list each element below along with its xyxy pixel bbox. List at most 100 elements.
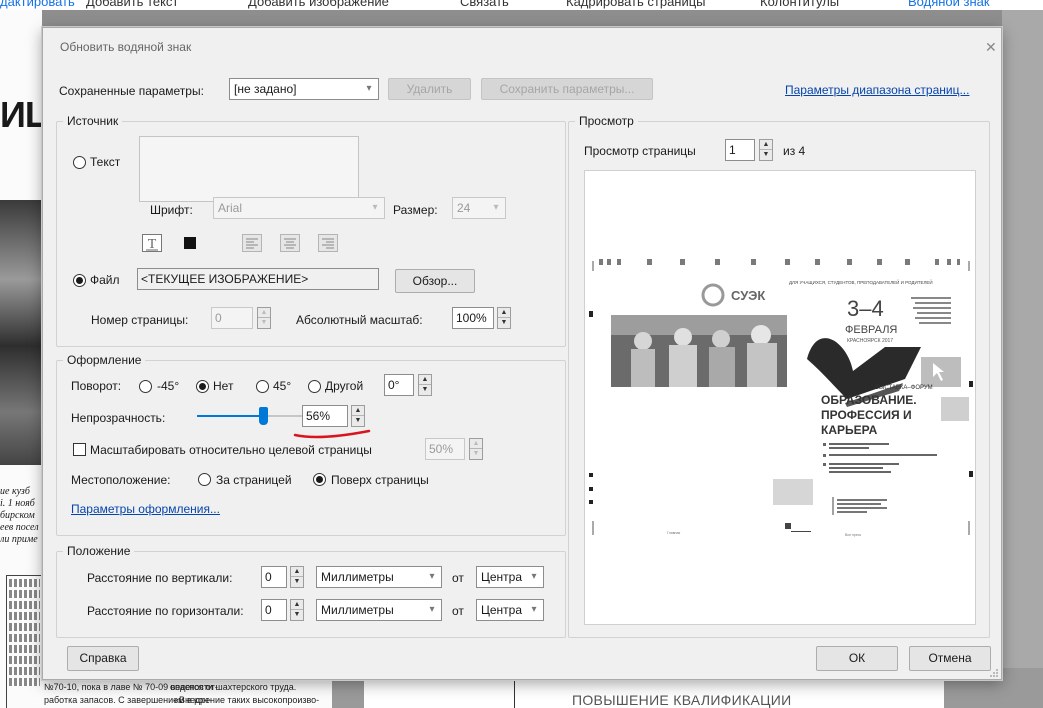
close-icon[interactable]: ✕ — [985, 39, 997, 56]
size-select[interactable]: 24 ▾ — [452, 197, 506, 219]
horizontal-distance-field[interactable]: 0 — [261, 599, 287, 621]
appearance-options-link[interactable]: Параметры оформления... — [71, 502, 220, 516]
rotation-other-radio[interactable] — [308, 380, 321, 393]
toolbar-watermark[interactable]: Водяной знак — [908, 0, 990, 9]
horizontal-distance-stepper[interactable]: ▲ ▼ — [290, 599, 304, 621]
file-path-field[interactable]: <ТЕКУЩЕЕ ИЗОБРАЖЕНИЕ> — [137, 268, 379, 290]
horizontal-units-select[interactable]: Миллиметры ▾ — [316, 599, 442, 621]
chevron-down-icon: ▾ — [429, 571, 435, 582]
appearance-group-title: Оформление — [63, 353, 146, 367]
save-params-button[interactable]: Сохранить параметры... — [481, 78, 653, 100]
background-heading: ИЦ — [0, 94, 42, 135]
svg-text:КРАСНОЯРСК 2017: КРАСНОЯРСК 2017 — [847, 338, 893, 344]
toolbar-link[interactable]: Связать — [460, 0, 509, 9]
toolbar-crop[interactable]: Кадрировать страницы — [566, 0, 706, 9]
svg-text:Главная: Главная — [667, 531, 680, 535]
preview-group-title: Просмотр — [575, 114, 638, 128]
color-swatch-icon — [184, 237, 196, 249]
horizontal-anchor-select[interactable]: Центра ▾ — [476, 599, 544, 621]
background-text-box — [6, 575, 42, 708]
text-color-button[interactable] — [179, 233, 201, 253]
chevron-down-icon: ▾ — [531, 571, 537, 582]
svg-text:ДЛЯ УЧАЩИХСЯ, СТУДЕНТОВ, ПРЕПО: ДЛЯ УЧАЩИХСЯ, СТУДЕНТОВ, ПРЕПОДАВАТЕЛЕЙ … — [789, 278, 933, 285]
text-format-icon: T — [142, 234, 162, 252]
preview-canvas: СУЭК ДЛЯ УЧАЩИХСЯ, СТУДЕНТОВ, ПРЕПОДАВАТ… — [584, 170, 976, 625]
vertical-distance-field[interactable]: 0 — [261, 566, 287, 588]
behind-page-label: За страницей — [216, 473, 292, 487]
svg-text:ФЕВРАЛЯ: ФЕВРАЛЯ — [845, 324, 897, 336]
opacity-slider-fill — [197, 415, 263, 417]
rotation-stepper[interactable]: ▲ ▼ — [418, 374, 432, 396]
saved-params-select[interactable]: [не задано] ▾ — [229, 78, 379, 100]
background-paragraph: ие кузб і. 1 нояб бирском еев посел ли п… — [0, 486, 39, 545]
preview-page-count: из 4 — [783, 144, 806, 158]
chevron-down-icon: ▾ — [366, 83, 372, 94]
toolbar-add-text[interactable]: Добавить текст — [86, 0, 178, 9]
rotation-45-label: 45° — [273, 379, 292, 393]
browse-button[interactable]: Обзор... — [395, 269, 475, 293]
background-document-left: ИЦ ие кузб і. 1 нояб бирском еев посел л… — [0, 10, 42, 708]
horizontal-from-label: от — [452, 604, 464, 618]
preview-page-stepper[interactable]: ▲ ▼ — [759, 139, 773, 161]
page-range-link[interactable]: Параметры диапазона страниц... — [785, 83, 969, 97]
location-label: Местоположение: — [71, 473, 171, 487]
preview-page-label: Просмотр страницы — [584, 144, 696, 158]
source-group-title: Источник — [63, 114, 123, 128]
source-file-radio[interactable] — [73, 274, 86, 287]
vertical-units-select[interactable]: Миллиметры ▾ — [316, 566, 442, 588]
align-center-button[interactable] — [279, 233, 301, 253]
front-page-label: Поверх страницы — [331, 473, 429, 487]
scale-relative-checkbox[interactable] — [73, 443, 86, 456]
svg-text:Все пресс: Все пресс — [845, 533, 862, 537]
page-number-field[interactable]: 0 — [211, 307, 253, 329]
opacity-stepper[interactable]: ▲ ▼ — [351, 405, 365, 427]
svg-text:СУЭК: СУЭК — [731, 288, 765, 303]
page-number-stepper[interactable]: ▲ ▼ — [257, 307, 271, 329]
opacity-label: Непрозрачность: — [71, 411, 166, 425]
vertical-from-label: от — [452, 571, 464, 585]
source-text-label: Текст — [90, 155, 121, 169]
page-number-label: Номер страницы: — [91, 313, 189, 327]
scale-relative-stepper[interactable]: ▲ ▼ — [469, 438, 483, 460]
align-right-button[interactable] — [317, 233, 339, 253]
scale-relative-label: Масштабировать относительно целевой стра… — [90, 443, 372, 457]
cancel-button[interactable]: Отмена — [909, 646, 991, 671]
toolbar-add-image[interactable]: Добавить изображение — [248, 0, 389, 9]
rotation-other-label: Другой — [325, 379, 364, 393]
source-file-label: Файл — [90, 273, 120, 287]
abs-scale-field[interactable]: 100% — [452, 307, 494, 329]
opacity-slider[interactable] — [197, 407, 315, 425]
rotation-45-radio[interactable] — [256, 380, 269, 393]
rotation-minus45-radio[interactable] — [139, 380, 152, 393]
text-underline-button[interactable]: T — [141, 233, 163, 253]
behind-page-radio[interactable] — [198, 473, 211, 486]
opacity-value-field[interactable]: 56% — [302, 405, 348, 427]
align-right-icon — [318, 234, 338, 252]
rotation-none-radio[interactable] — [196, 380, 209, 393]
align-left-button[interactable] — [241, 233, 263, 253]
app-toolbar: дактировать Добавить текст Добавить изоб… — [0, 0, 1043, 10]
scale-relative-field[interactable]: 50% — [425, 438, 465, 460]
help-button[interactable]: Справка — [67, 646, 139, 671]
rotation-value-field[interactable]: 0° — [384, 374, 414, 396]
toolbar-headers[interactable]: Колонтитулы — [760, 0, 839, 9]
svg-text:3–4: 3–4 — [847, 296, 884, 321]
watermark-text-area[interactable] — [139, 136, 359, 202]
preview-page-field[interactable]: 1 — [725, 139, 755, 161]
vertical-distance-stepper[interactable]: ▲ ▼ — [290, 566, 304, 588]
source-text-radio[interactable] — [73, 156, 86, 169]
chevron-down-icon: ▾ — [531, 604, 537, 615]
toolbar-edit[interactable]: дактировать — [0, 0, 75, 9]
front-page-radio[interactable] — [313, 473, 326, 486]
opacity-slider-thumb[interactable] — [259, 407, 268, 425]
vertical-anchor-select[interactable]: Центра ▾ — [476, 566, 544, 588]
font-select[interactable]: Arial ▾ — [213, 197, 385, 219]
svg-text:КАРЬЕРА: КАРЬЕРА — [821, 423, 878, 437]
ok-button[interactable]: ОК — [816, 646, 898, 671]
size-label: Размер: — [393, 203, 438, 217]
preview-page-image: СУЭК ДЛЯ УЧАЩИХСЯ, СТУДЕНТОВ, ПРЕПОДАВАТ… — [589, 259, 973, 537]
delete-button[interactable]: Удалить — [388, 78, 471, 100]
resize-grip-icon[interactable] — [989, 668, 999, 678]
abs-scale-stepper[interactable]: ▲ ▼ — [497, 307, 511, 329]
align-left-icon — [242, 234, 262, 252]
